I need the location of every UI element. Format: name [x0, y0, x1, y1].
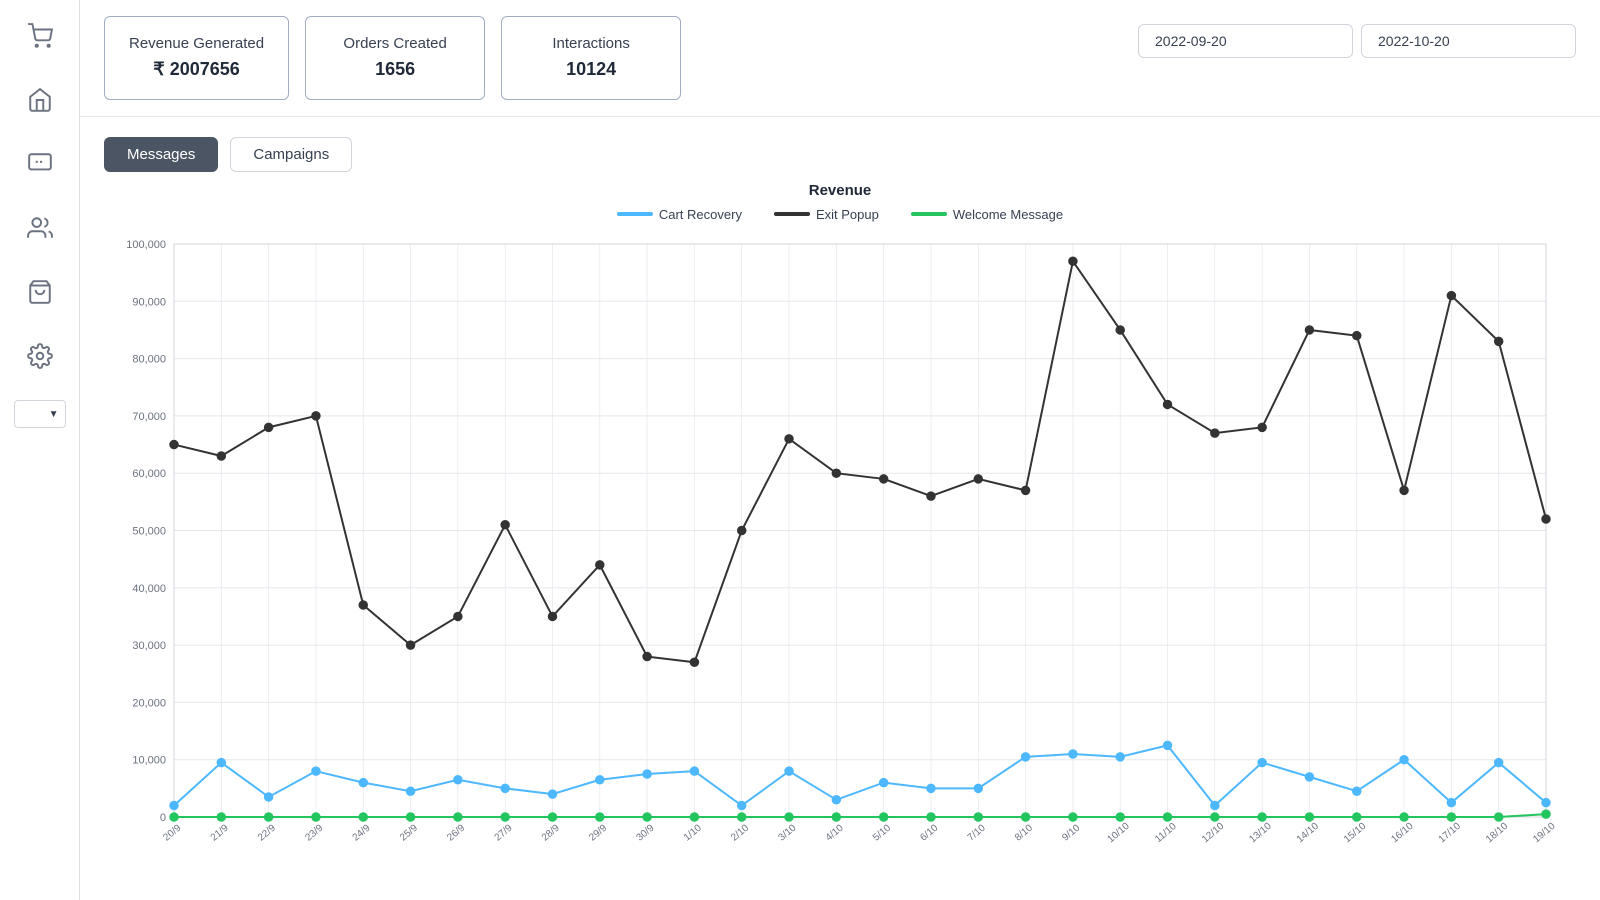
- svg-text:17/10: 17/10: [1437, 820, 1464, 845]
- svg-text:13/10: 13/10: [1247, 820, 1274, 845]
- legend-exit-popup: Exit Popup: [774, 207, 879, 222]
- legend-cart-recovery: Cart Recovery: [617, 207, 742, 222]
- legend-welcome-message-color: [911, 212, 947, 216]
- interactions-card: Interactions 10124: [501, 16, 681, 100]
- svg-text:18/10: 18/10: [1484, 820, 1511, 845]
- svg-text:9/10: 9/10: [1060, 822, 1082, 843]
- revenue-card: Revenue Generated ₹ 2007656: [104, 16, 289, 100]
- svg-text:3/10: 3/10: [776, 822, 798, 843]
- svg-text:12/10: 12/10: [1200, 820, 1227, 845]
- sidebar: ▼: [0, 0, 80, 900]
- tabs-area: Messages Campaigns: [80, 117, 1600, 182]
- svg-text:70,000: 70,000: [132, 410, 166, 422]
- settings-icon[interactable]: [20, 336, 60, 376]
- svg-text:15/10: 15/10: [1342, 820, 1369, 845]
- svg-text:8/10: 8/10: [1013, 822, 1035, 843]
- svg-text:29/9: 29/9: [587, 822, 609, 843]
- svg-text:7/10: 7/10: [966, 822, 988, 843]
- tab-messages[interactable]: Messages: [104, 137, 218, 172]
- svg-text:25/9: 25/9: [398, 822, 420, 843]
- cart-icon[interactable]: [20, 16, 60, 56]
- legend-welcome-message-label: Welcome Message: [953, 207, 1063, 222]
- tab-campaigns[interactable]: Campaigns: [230, 137, 352, 172]
- main-content: Revenue Generated ₹ 2007656 Orders Creat…: [80, 0, 1600, 900]
- svg-text:22/9: 22/9: [256, 822, 278, 843]
- date-range: [1138, 16, 1576, 58]
- legend-welcome-message: Welcome Message: [911, 207, 1063, 222]
- legend-exit-popup-color: [774, 212, 810, 216]
- user-icon[interactable]: [20, 208, 60, 248]
- chevron-down-icon: ▼: [49, 409, 59, 420]
- legend-exit-popup-label: Exit Popup: [816, 207, 879, 222]
- legend-cart-recovery-label: Cart Recovery: [659, 207, 742, 222]
- svg-text:80,000: 80,000: [132, 353, 166, 365]
- svg-text:40,000: 40,000: [132, 582, 166, 594]
- chart-container: 0 10,000 20,000 30,000 40,000 50,000 60,000 70,…: [104, 234, 1576, 877]
- orders-label: Orders Created: [330, 33, 460, 56]
- svg-text:23/9: 23/9: [303, 822, 325, 843]
- interactions-label: Interactions: [526, 33, 656, 56]
- svg-text:50,000: 50,000: [132, 525, 166, 537]
- svg-text:60,000: 60,000: [132, 468, 166, 480]
- svg-text:21/9: 21/9: [209, 822, 231, 843]
- svg-text:20,000: 20,000: [132, 697, 166, 709]
- chart-legend: Cart Recovery Exit Popup Welcome Message: [104, 207, 1576, 222]
- svg-text:24/9: 24/9: [351, 822, 373, 843]
- orders-card: Orders Created 1656: [305, 16, 485, 100]
- orders-value: 1656: [330, 56, 460, 83]
- svg-text:5/10: 5/10: [871, 822, 893, 843]
- date-start-input[interactable]: [1138, 24, 1353, 58]
- svg-text:1/10: 1/10: [682, 822, 704, 843]
- svg-text:0: 0: [160, 812, 166, 824]
- svg-text:2/10: 2/10: [729, 822, 751, 843]
- header: Revenue Generated ₹ 2007656 Orders Creat…: [80, 0, 1600, 117]
- svg-text:100,000: 100,000: [126, 239, 166, 251]
- chart-title: Revenue: [104, 182, 1576, 199]
- svg-text:28/9: 28/9: [540, 822, 562, 843]
- svg-text:14/10: 14/10: [1295, 820, 1322, 845]
- date-end-input[interactable]: [1361, 24, 1576, 58]
- svg-text:26/9: 26/9: [445, 822, 467, 843]
- interactions-value: 10124: [526, 56, 656, 83]
- svg-text:4/10: 4/10: [824, 822, 846, 843]
- revenue-value: ₹ 2007656: [129, 56, 264, 83]
- svg-text:10,000: 10,000: [132, 754, 166, 766]
- svg-text:16/10: 16/10: [1389, 820, 1416, 845]
- svg-text:11/10: 11/10: [1153, 820, 1179, 844]
- basket-icon[interactable]: [20, 272, 60, 312]
- chat-icon[interactable]: [20, 144, 60, 184]
- svg-text:30,000: 30,000: [132, 640, 166, 652]
- chart-area: Revenue Cart Recovery Exit Popup Welcome…: [80, 182, 1600, 900]
- svg-text:19/10: 19/10: [1531, 820, 1558, 845]
- legend-cart-recovery-color: [617, 212, 653, 216]
- svg-text:20/9: 20/9: [161, 822, 183, 843]
- language-dropdown[interactable]: ▼: [14, 400, 66, 428]
- svg-text:30/9: 30/9: [635, 822, 657, 843]
- svg-text:10/10: 10/10: [1105, 820, 1132, 845]
- svg-text:6/10: 6/10: [918, 822, 940, 843]
- home-icon[interactable]: [20, 80, 60, 120]
- svg-text:90,000: 90,000: [132, 296, 166, 308]
- svg-text:27/9: 27/9: [493, 822, 515, 843]
- revenue-label: Revenue Generated: [129, 33, 264, 56]
